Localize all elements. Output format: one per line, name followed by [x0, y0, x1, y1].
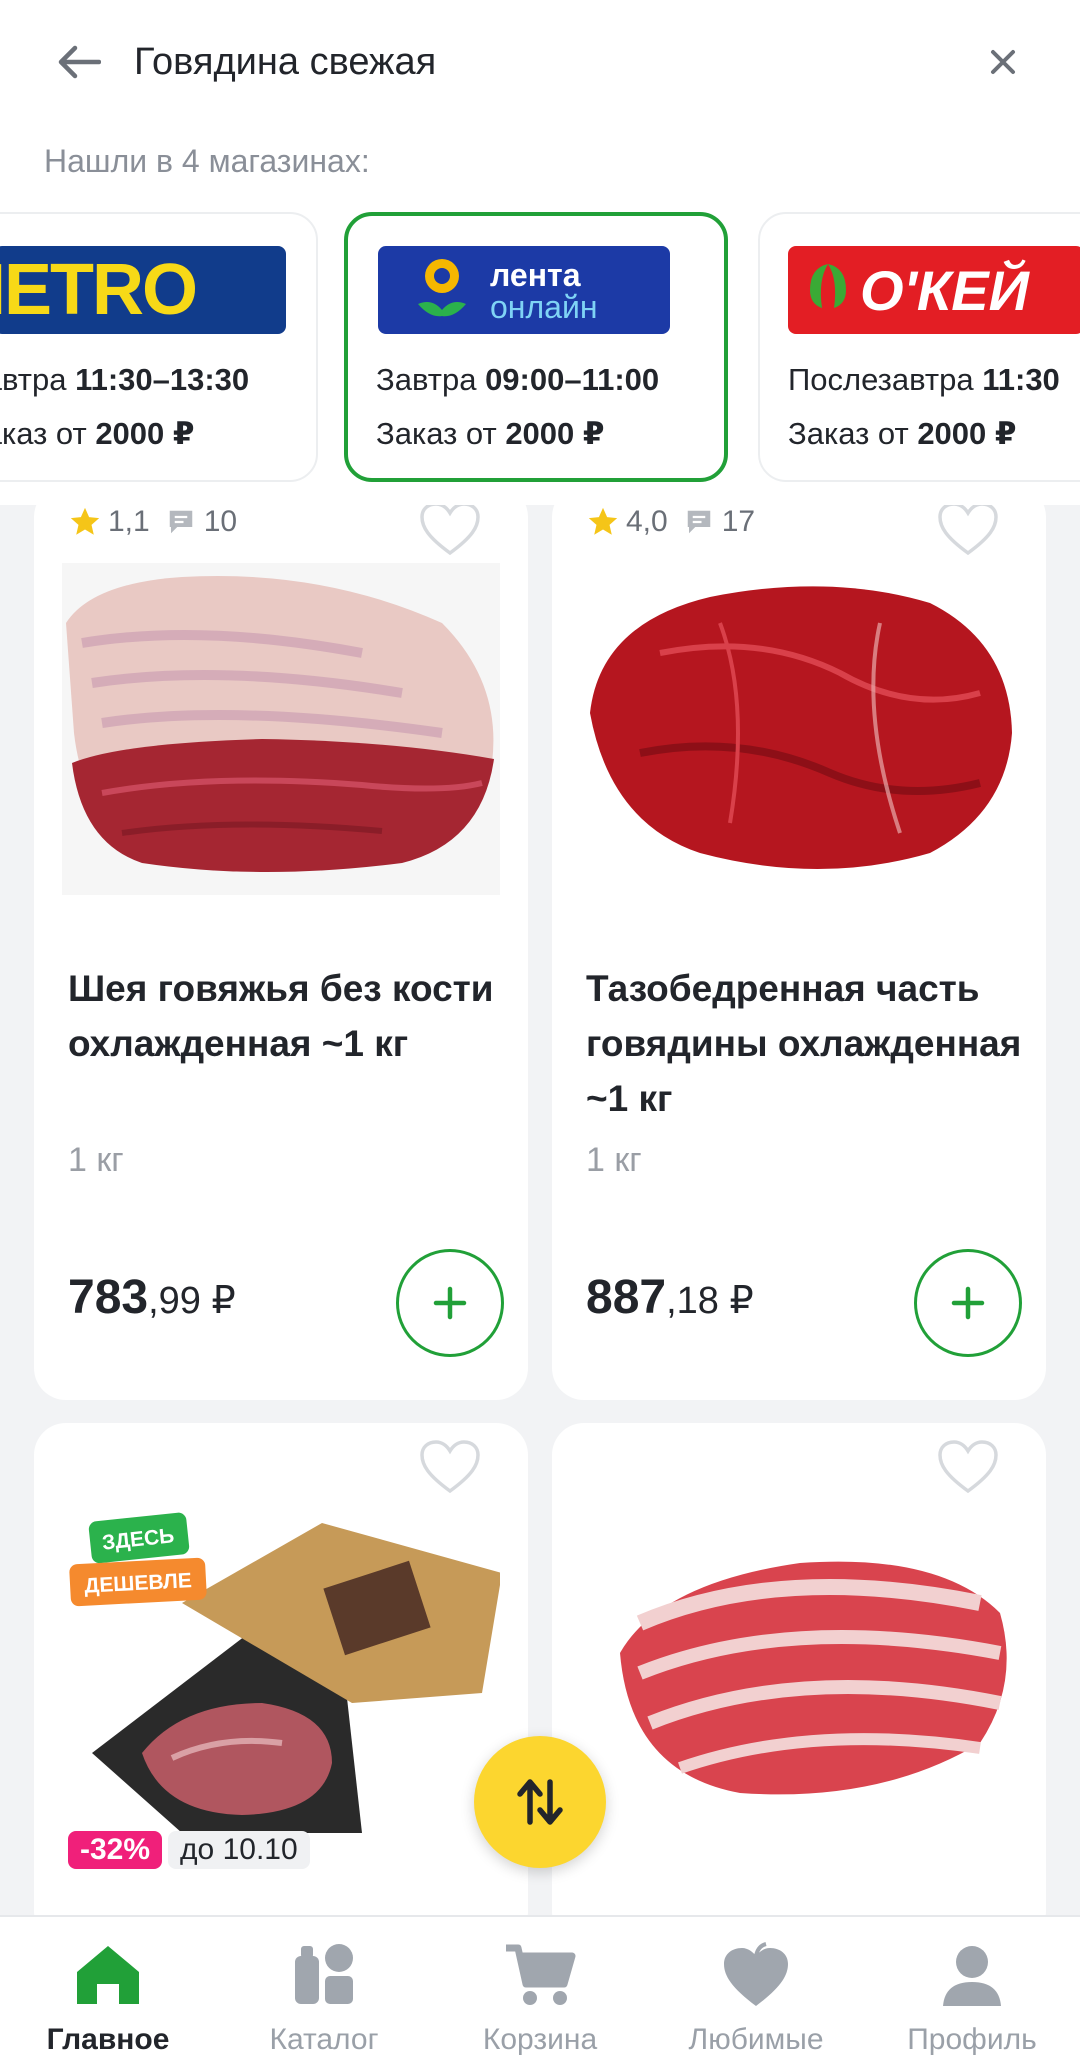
- store-delivery: Послезавтра 11:30: [788, 362, 1060, 397]
- nav-item-profile[interactable]: Профиль: [864, 1917, 1080, 2069]
- product-rating: 1,1 10: [68, 505, 237, 539]
- product-image-beef-round: [580, 563, 1018, 895]
- nav-item-cart[interactable]: Корзина: [432, 1917, 648, 2069]
- product-unit: 1 кг: [68, 1141, 124, 1179]
- product-card[interactable]: [552, 1423, 1046, 1915]
- favorite-button[interactable]: [936, 1439, 1000, 1495]
- heart-outline-icon: [420, 1440, 480, 1494]
- svg-text:онлайн: онлайн: [490, 289, 597, 325]
- favorite-button[interactable]: [418, 505, 482, 557]
- store-card-okey[interactable]: О'КЕЙ Послезавтра 11:30 Заказ от 2000 ₽: [758, 212, 1080, 482]
- plus-icon: [951, 1286, 985, 1320]
- product-grid: 1,1 10 Шея говяжья без кости охлажденная…: [0, 505, 1080, 1915]
- metro-logo: METRO: [0, 246, 286, 334]
- nav-label: Корзина: [482, 2023, 598, 2056]
- nav-label: Главное: [46, 2023, 170, 2056]
- product-card[interactable]: ЗДЕСЬ ДЕШЕВЛЕ -32% до 10.10: [34, 1423, 528, 1915]
- add-to-cart-button[interactable]: [396, 1249, 504, 1357]
- plus-icon: [433, 1286, 467, 1320]
- star-icon: [70, 507, 100, 535]
- product-card[interactable]: 4,0 17 Тазобедренная часть говядины охла…: [552, 505, 1046, 1400]
- product-title[interactable]: Тазобедренная часть говядины охлажденная…: [586, 961, 1026, 1126]
- store-card-metro[interactable]: METRO Завтра 11:30–13:30 Заказ от 2000 ₽: [0, 212, 318, 482]
- nav-item-home[interactable]: Главное: [0, 1917, 216, 2069]
- product-card[interactable]: 1,1 10 Шея говяжья без кости охлажденная…: [34, 505, 528, 1400]
- cheaper-here-badge: ЗДЕСЬ ДЕШЕВЛЕ: [69, 1512, 207, 1607]
- lenta-logo: лента онлайн: [378, 246, 670, 334]
- product-price: 887,18 ₽: [586, 1271, 754, 1324]
- store-min-order: Заказ от 2000 ₽: [376, 416, 605, 451]
- store-carousel[interactable]: METRO Завтра 11:30–13:30 Заказ от 2000 ₽…: [0, 210, 1080, 490]
- back-button[interactable]: [44, 34, 114, 90]
- nav-item-catalog[interactable]: Каталог: [216, 1917, 432, 2069]
- favorite-button[interactable]: [936, 505, 1000, 557]
- heart-outline-icon: [938, 505, 998, 556]
- favorites-icon: [724, 1942, 788, 2006]
- product-image-beef-steaks: [580, 1503, 1018, 1833]
- cart-icon: [506, 1944, 576, 2005]
- reviews-count: 17: [684, 505, 755, 539]
- store-min-order: Заказ от 2000 ₽: [0, 416, 195, 451]
- product-rating: 4,0 17: [586, 505, 755, 539]
- home-icon: [77, 1946, 139, 2004]
- clear-search-button[interactable]: [978, 34, 1028, 90]
- profile-icon: [943, 1946, 1001, 2006]
- store-min-order: Заказ от 2000 ₽: [788, 416, 1017, 451]
- sort-button[interactable]: [474, 1736, 606, 1868]
- bottom-navigation: Главное Каталог Корзина Любимые Профиль: [0, 1915, 1080, 2069]
- store-delivery: Завтра 09:00–11:00: [376, 362, 660, 397]
- comment-icon: [169, 510, 192, 534]
- add-to-cart-button[interactable]: [914, 1249, 1022, 1357]
- product-unit: 1 кг: [586, 1141, 642, 1179]
- nav-item-favorites[interactable]: Любимые: [648, 1917, 864, 2069]
- discount-info: -32% до 10.10: [68, 1831, 310, 1869]
- product-image-beef-neck: [62, 563, 500, 895]
- stores-found-label: Нашли в 4 магазинах:: [44, 143, 370, 179]
- back-arrow-icon: [58, 45, 101, 79]
- lenta-flower-icon: лента онлайн: [418, 257, 597, 325]
- store-delivery: Завтра 11:30–13:30: [0, 362, 250, 397]
- catalog-icon: [295, 1944, 353, 2004]
- store-card-lenta[interactable]: лента онлайн Завтра 09:00–11:00 Заказ от…: [344, 212, 728, 482]
- header: Говядина свежая Нашли в 4 магазинах: MET…: [0, 0, 1080, 505]
- reviews-count: 10: [166, 505, 237, 539]
- discount-until: до 10.10: [168, 1831, 310, 1869]
- svg-text:О'КЕЙ: О'КЕЙ: [860, 259, 1031, 322]
- comment-icon: [687, 510, 710, 534]
- product-price: 783,99 ₽: [68, 1271, 236, 1324]
- search-query[interactable]: Говядина свежая: [134, 36, 436, 88]
- close-icon: [991, 50, 1015, 74]
- favorite-button[interactable]: [418, 1439, 482, 1495]
- okey-logo: О'КЕЙ: [788, 246, 1080, 334]
- nav-label: Каталог: [269, 2023, 379, 2056]
- nav-label: Любимые: [688, 2023, 824, 2056]
- heart-outline-icon: [420, 505, 480, 556]
- nav-label: Профиль: [907, 2023, 1037, 2056]
- heart-outline-icon: [938, 1440, 998, 1494]
- discount-percent: -32%: [68, 1831, 163, 1869]
- sort-arrows-icon: [517, 1779, 563, 1825]
- product-title[interactable]: Шея говяжья без кости охлажденная ~1 кг: [68, 961, 508, 1071]
- svg-text:лента: лента: [490, 257, 581, 293]
- star-icon: [588, 507, 618, 535]
